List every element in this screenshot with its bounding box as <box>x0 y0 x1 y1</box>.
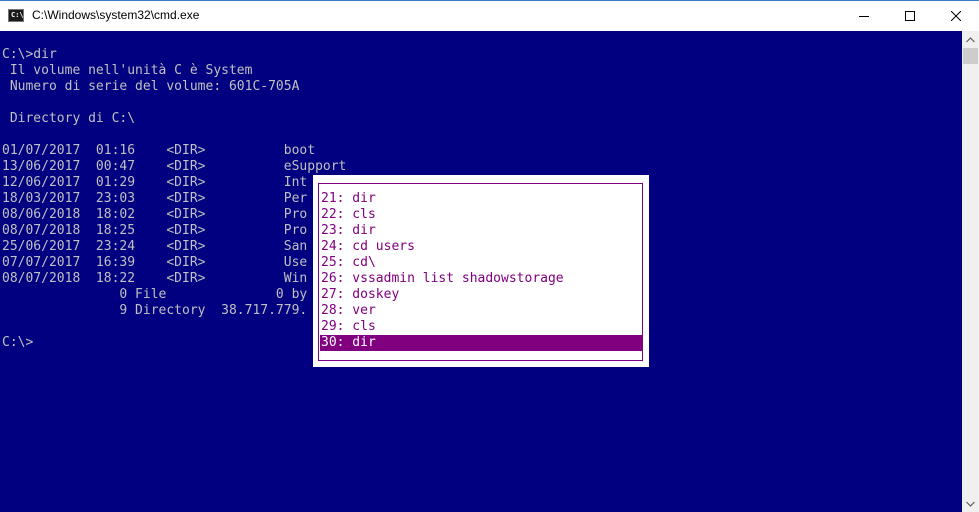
scroll-down-button[interactable] <box>962 495 979 512</box>
console-line: 08/06/2018 18:02 <DIR> Pro <box>2 207 308 222</box>
chevron-down-icon <box>966 501 975 507</box>
history-item[interactable]: 26: vssadmin list shadowstorage <box>320 271 642 287</box>
scroll-up-button[interactable] <box>962 31 979 48</box>
history-item[interactable]: 23: dir <box>320 223 642 239</box>
console-line: Numero di serie del volume: 601C-705A <box>2 79 300 94</box>
minimize-button[interactable] <box>841 1 887 31</box>
close-icon <box>951 11 961 21</box>
console-line: 9 Directory 38.717.779. <box>2 303 308 318</box>
history-item-selected[interactable]: 30: dir <box>320 335 642 351</box>
console-line: 08/07/2018 18:25 <DIR> Pro <box>2 223 308 238</box>
chevron-up-icon <box>966 36 975 42</box>
maximize-icon <box>905 11 915 21</box>
cmd-icon[interactable]: C:\ <box>8 9 24 22</box>
console-line: 08/07/2018 18:22 <DIR> Win <box>2 271 308 286</box>
command-history-popup[interactable]: 21: dir 22: cls 23: dir 24: cd users 25:… <box>313 175 649 367</box>
vertical-scrollbar[interactable] <box>962 31 979 512</box>
console-line: 13/06/2017 00:47 <DIR> eSupport <box>2 159 347 174</box>
history-item[interactable]: 29: cls <box>320 319 642 335</box>
history-item[interactable]: 21: dir <box>320 191 642 207</box>
console-line: 0 File 0 by <box>2 287 308 302</box>
console-line: 25/06/2017 23:24 <DIR> San <box>2 239 308 254</box>
command-prompt[interactable]: C:\> <box>2 335 33 351</box>
console-line: Il volume nell'unità C è System <box>2 63 253 78</box>
history-item[interactable]: 28: ver <box>320 303 642 319</box>
console-line: 12/06/2017 01:29 <DIR> Int <box>2 175 308 190</box>
scroll-thumb[interactable] <box>963 48 978 64</box>
history-item[interactable]: 24: cd users <box>320 239 642 255</box>
history-item[interactable]: 22: cls <box>320 207 642 223</box>
minimize-icon <box>859 16 869 17</box>
history-item[interactable]: 27: doskey <box>320 287 642 303</box>
close-button[interactable] <box>933 1 979 31</box>
maximize-button[interactable] <box>887 1 933 31</box>
window-title: C:\Windows\system32\cmd.exe <box>32 8 200 22</box>
console-line: 01/07/2017 01:16 <DIR> boot <box>2 143 316 158</box>
console-line: C:\>dir <box>2 47 57 62</box>
console-line: 07/07/2017 16:39 <DIR> Use <box>2 255 308 270</box>
title-bar[interactable]: C:\ C:\Windows\system32\cmd.exe <box>0 0 979 31</box>
console-line: Directory di C:\ <box>2 111 136 126</box>
console-line: 18/03/2017 23:03 <DIR> Per <box>2 191 308 206</box>
cmd-icon-label: C:\ <box>11 11 24 19</box>
history-item[interactable]: 25: cd\ <box>320 255 642 271</box>
